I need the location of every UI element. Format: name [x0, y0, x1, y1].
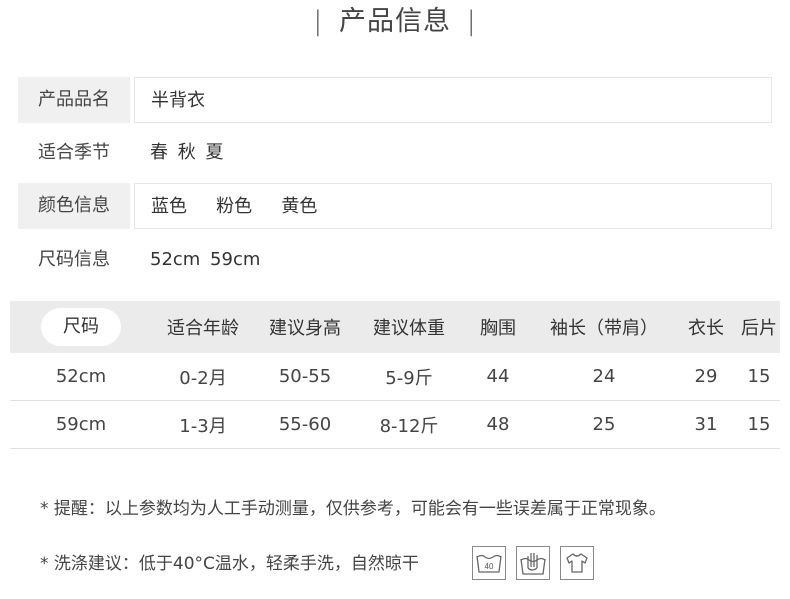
table-cell: 29: [674, 353, 738, 401]
table-header-cell: 适合年龄: [152, 301, 254, 353]
table-cell: 15: [738, 400, 780, 449]
info-row-season: 适合季节 春 秋 夏: [18, 130, 772, 176]
title-bar-right: |: [466, 6, 477, 37]
table-cell: 50-55: [254, 353, 356, 401]
section-title: | 产品信息 |: [0, 2, 790, 42]
info-value: 春 秋 夏: [150, 142, 224, 163]
info-label: 尺码信息: [38, 249, 110, 270]
info-label: 适合季节: [38, 142, 110, 163]
wash-temp-label: 40: [485, 562, 494, 571]
product-info-page: | 产品信息 | 产品品名 半背衣 适合季节 春 秋 夏 颜色信息 蓝色 粉色 …: [0, 0, 790, 599]
table-row: 59cm 1-3月 55-60 8-12斤 48 25 31 15: [10, 400, 780, 449]
table-cell: 52cm: [10, 353, 152, 401]
table-header-cell: 建议身高: [254, 301, 356, 353]
size-header-pill: 尺码: [41, 308, 121, 346]
info-value: 蓝色 粉色 黄色: [134, 183, 772, 229]
table-cell: 55-60: [254, 400, 356, 449]
hand-wash-icon: [516, 546, 550, 580]
title-bar-left: |: [313, 6, 324, 37]
table-header-cell: 后片: [738, 301, 780, 353]
table-header-row: 尺码 适合年龄 建议身高 建议体重 胸围 袖长（带肩） 衣长 后片: [10, 301, 780, 353]
table-cell: 1-3月: [152, 400, 254, 449]
section-title-text: 产品信息: [339, 6, 451, 37]
wash-note: * 洗涤建议：低于40°C温水，轻柔手洗，自然晾干: [40, 554, 419, 574]
reminder-note: * 提醒：以上参数均为人工手动测量，仅供参考，可能会有一些误差属于正常现象。: [40, 499, 666, 519]
table-cell: 5-9斤: [356, 353, 462, 401]
table-header-cell: 袖长（带肩）: [534, 301, 674, 353]
table-header-cell: 胸围: [462, 301, 534, 353]
hang-dry-icon: [560, 546, 594, 580]
table-cell: 48: [462, 400, 534, 449]
info-value: 52cm 59cm: [150, 249, 261, 270]
info-row-color: 颜色信息 蓝色 粉色 黄色: [18, 183, 772, 229]
info-value: 半背衣: [134, 77, 772, 123]
table-row: 52cm 0-2月 50-55 5-9斤 44 24 29 15: [10, 353, 780, 401]
wash-40-icon: 40: [472, 546, 506, 580]
table-cell: 25: [534, 400, 674, 449]
info-label: 产品品名: [18, 77, 130, 123]
table-cell: 31: [674, 400, 738, 449]
info-label: 颜色信息: [18, 183, 130, 229]
table-header-cell: 建议体重: [356, 301, 462, 353]
care-icons: 40: [472, 546, 594, 582]
table-cell: 15: [738, 353, 780, 401]
table-cell: 8-12斤: [356, 400, 462, 449]
table-cell: 44: [462, 353, 534, 401]
info-row-size: 尺码信息 52cm 59cm: [18, 237, 772, 283]
table-cell: 24: [534, 353, 674, 401]
table-cell: 0-2月: [152, 353, 254, 401]
info-row-name: 产品品名 半背衣: [18, 77, 772, 123]
table-header-cell: 尺码: [10, 301, 152, 353]
table-header-cell: 衣长: [674, 301, 738, 353]
size-table: 尺码 适合年龄 建议身高 建议体重 胸围 袖长（带肩） 衣长 后片 52cm 0…: [10, 301, 780, 449]
table-cell: 59cm: [10, 400, 152, 449]
